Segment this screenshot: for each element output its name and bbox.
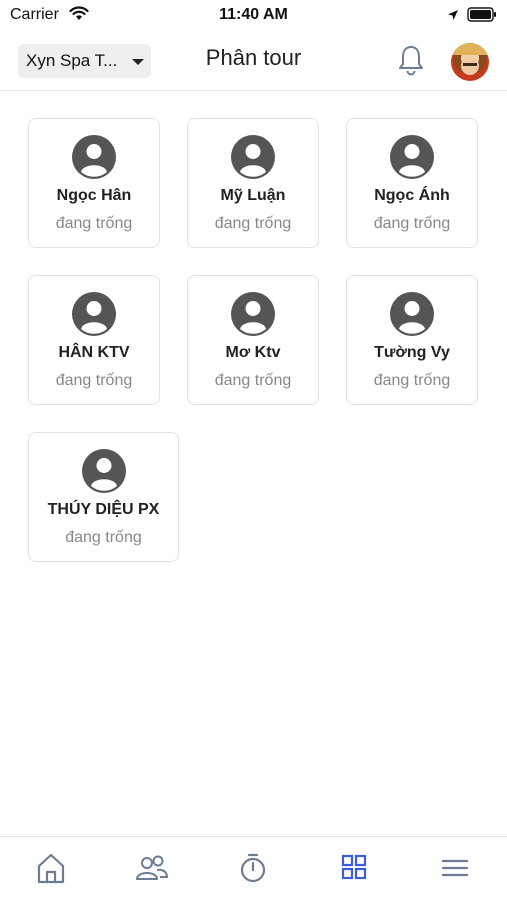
- staff-card[interactable]: Mơ Ktv đang trống: [187, 275, 319, 405]
- staff-name: Ngọc Hân: [56, 187, 132, 204]
- user-avatar-icon: [72, 135, 116, 184]
- app-header: Xyn Spa T... Phân tour: [0, 32, 507, 91]
- staff-name: THÚY DIỆU PX: [47, 501, 160, 518]
- staff-card[interactable]: Ngọc Hân đang trống: [28, 118, 160, 248]
- notification-bell-icon[interactable]: [396, 44, 426, 81]
- staff-card[interactable]: HÂN KTV đang trống: [28, 275, 160, 405]
- tab-menu[interactable]: [435, 851, 475, 891]
- staff-card[interactable]: THÚY DIỆU PX đang trống: [28, 432, 179, 562]
- timer-icon: [240, 853, 266, 883]
- status-bar: Carrier 11:40 AM: [0, 0, 507, 32]
- tab-assign-tour[interactable]: [334, 851, 374, 891]
- user-avatar[interactable]: [451, 43, 489, 81]
- users-icon: [136, 855, 169, 880]
- user-avatar-icon: [81, 449, 126, 498]
- page-title: Phân tour: [205, 45, 302, 70]
- staff-name: Mơ Ktv: [225, 344, 281, 361]
- bottom-tab-bar: [0, 836, 507, 901]
- home-icon: [37, 853, 65, 884]
- staff-name: HÂN KTV: [58, 344, 130, 361]
- staff-status: đang trống: [65, 529, 142, 546]
- staff-name: Ngọc Ánh: [374, 187, 450, 204]
- staff-card[interactable]: Mỹ Luận đang trống: [187, 118, 319, 248]
- user-avatar-icon: [390, 292, 434, 341]
- staff-status: đang trống: [373, 372, 451, 389]
- staff-card[interactable]: Tường Vy đang trống: [346, 275, 478, 405]
- staff-name: Tường Vy: [374, 344, 450, 361]
- user-avatar-icon: [390, 135, 434, 184]
- staff-status: đang trống: [214, 372, 292, 389]
- battery-icon: [467, 7, 497, 27]
- user-avatar-icon: [231, 292, 275, 341]
- user-avatar-icon: [231, 135, 275, 184]
- staff-status: đang trống: [55, 215, 133, 232]
- staff-status: đang trống: [373, 215, 451, 232]
- staff-status: đang trống: [55, 372, 133, 389]
- grid-icon: [341, 854, 367, 880]
- tab-timer[interactable]: [233, 851, 273, 891]
- tab-staff[interactable]: [132, 851, 172, 891]
- staff-status: đang trống: [214, 215, 292, 232]
- clock: 11:40 AM: [219, 6, 288, 23]
- staff-card[interactable]: Ngọc Ánh đang trống: [346, 118, 478, 248]
- tab-home[interactable]: [31, 851, 71, 891]
- location-arrow-icon: [447, 8, 459, 26]
- user-avatar-icon: [72, 292, 116, 341]
- staff-name: Mỹ Luận: [220, 187, 286, 204]
- menu-icon: [441, 859, 469, 877]
